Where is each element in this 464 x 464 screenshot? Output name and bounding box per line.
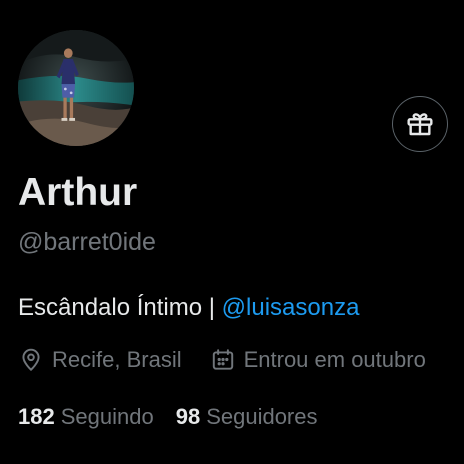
following-link[interactable]: 182 Seguindo [18,404,154,430]
bio-text: Escândalo Íntimo | [18,294,222,321]
location-item: Recife, Brasil [18,347,182,373]
avatar-photo [18,30,134,146]
avatar[interactable] [16,28,136,148]
profile-meta: Recife, Brasil Entrou em outubro [18,344,426,376]
username-handle: @barret0ide [18,228,156,256]
followers-link[interactable]: 98 Seguidores [176,404,318,430]
location-pin-icon [22,348,40,371]
display-name: Arthur [18,171,138,214]
following-count: 182 [18,404,55,429]
followers-label: Seguidores [206,404,318,429]
following-label: Seguindo [60,404,154,429]
calendar-icon [212,349,233,370]
joined-text: Entrou em outubro [243,347,426,372]
gift-icon [407,113,433,136]
bio: Escândalo Íntimo | @luisasonza [18,292,359,324]
follow-stats: 182 Seguindo 98 Seguidores [18,401,318,433]
gift-button[interactable] [392,96,448,152]
bio-mention-link[interactable]: @luisasonza [222,294,360,321]
followers-count: 98 [175,404,201,429]
location-text: Recife, Brasil [52,347,182,372]
joined-item: Entrou em outubro [210,347,426,373]
